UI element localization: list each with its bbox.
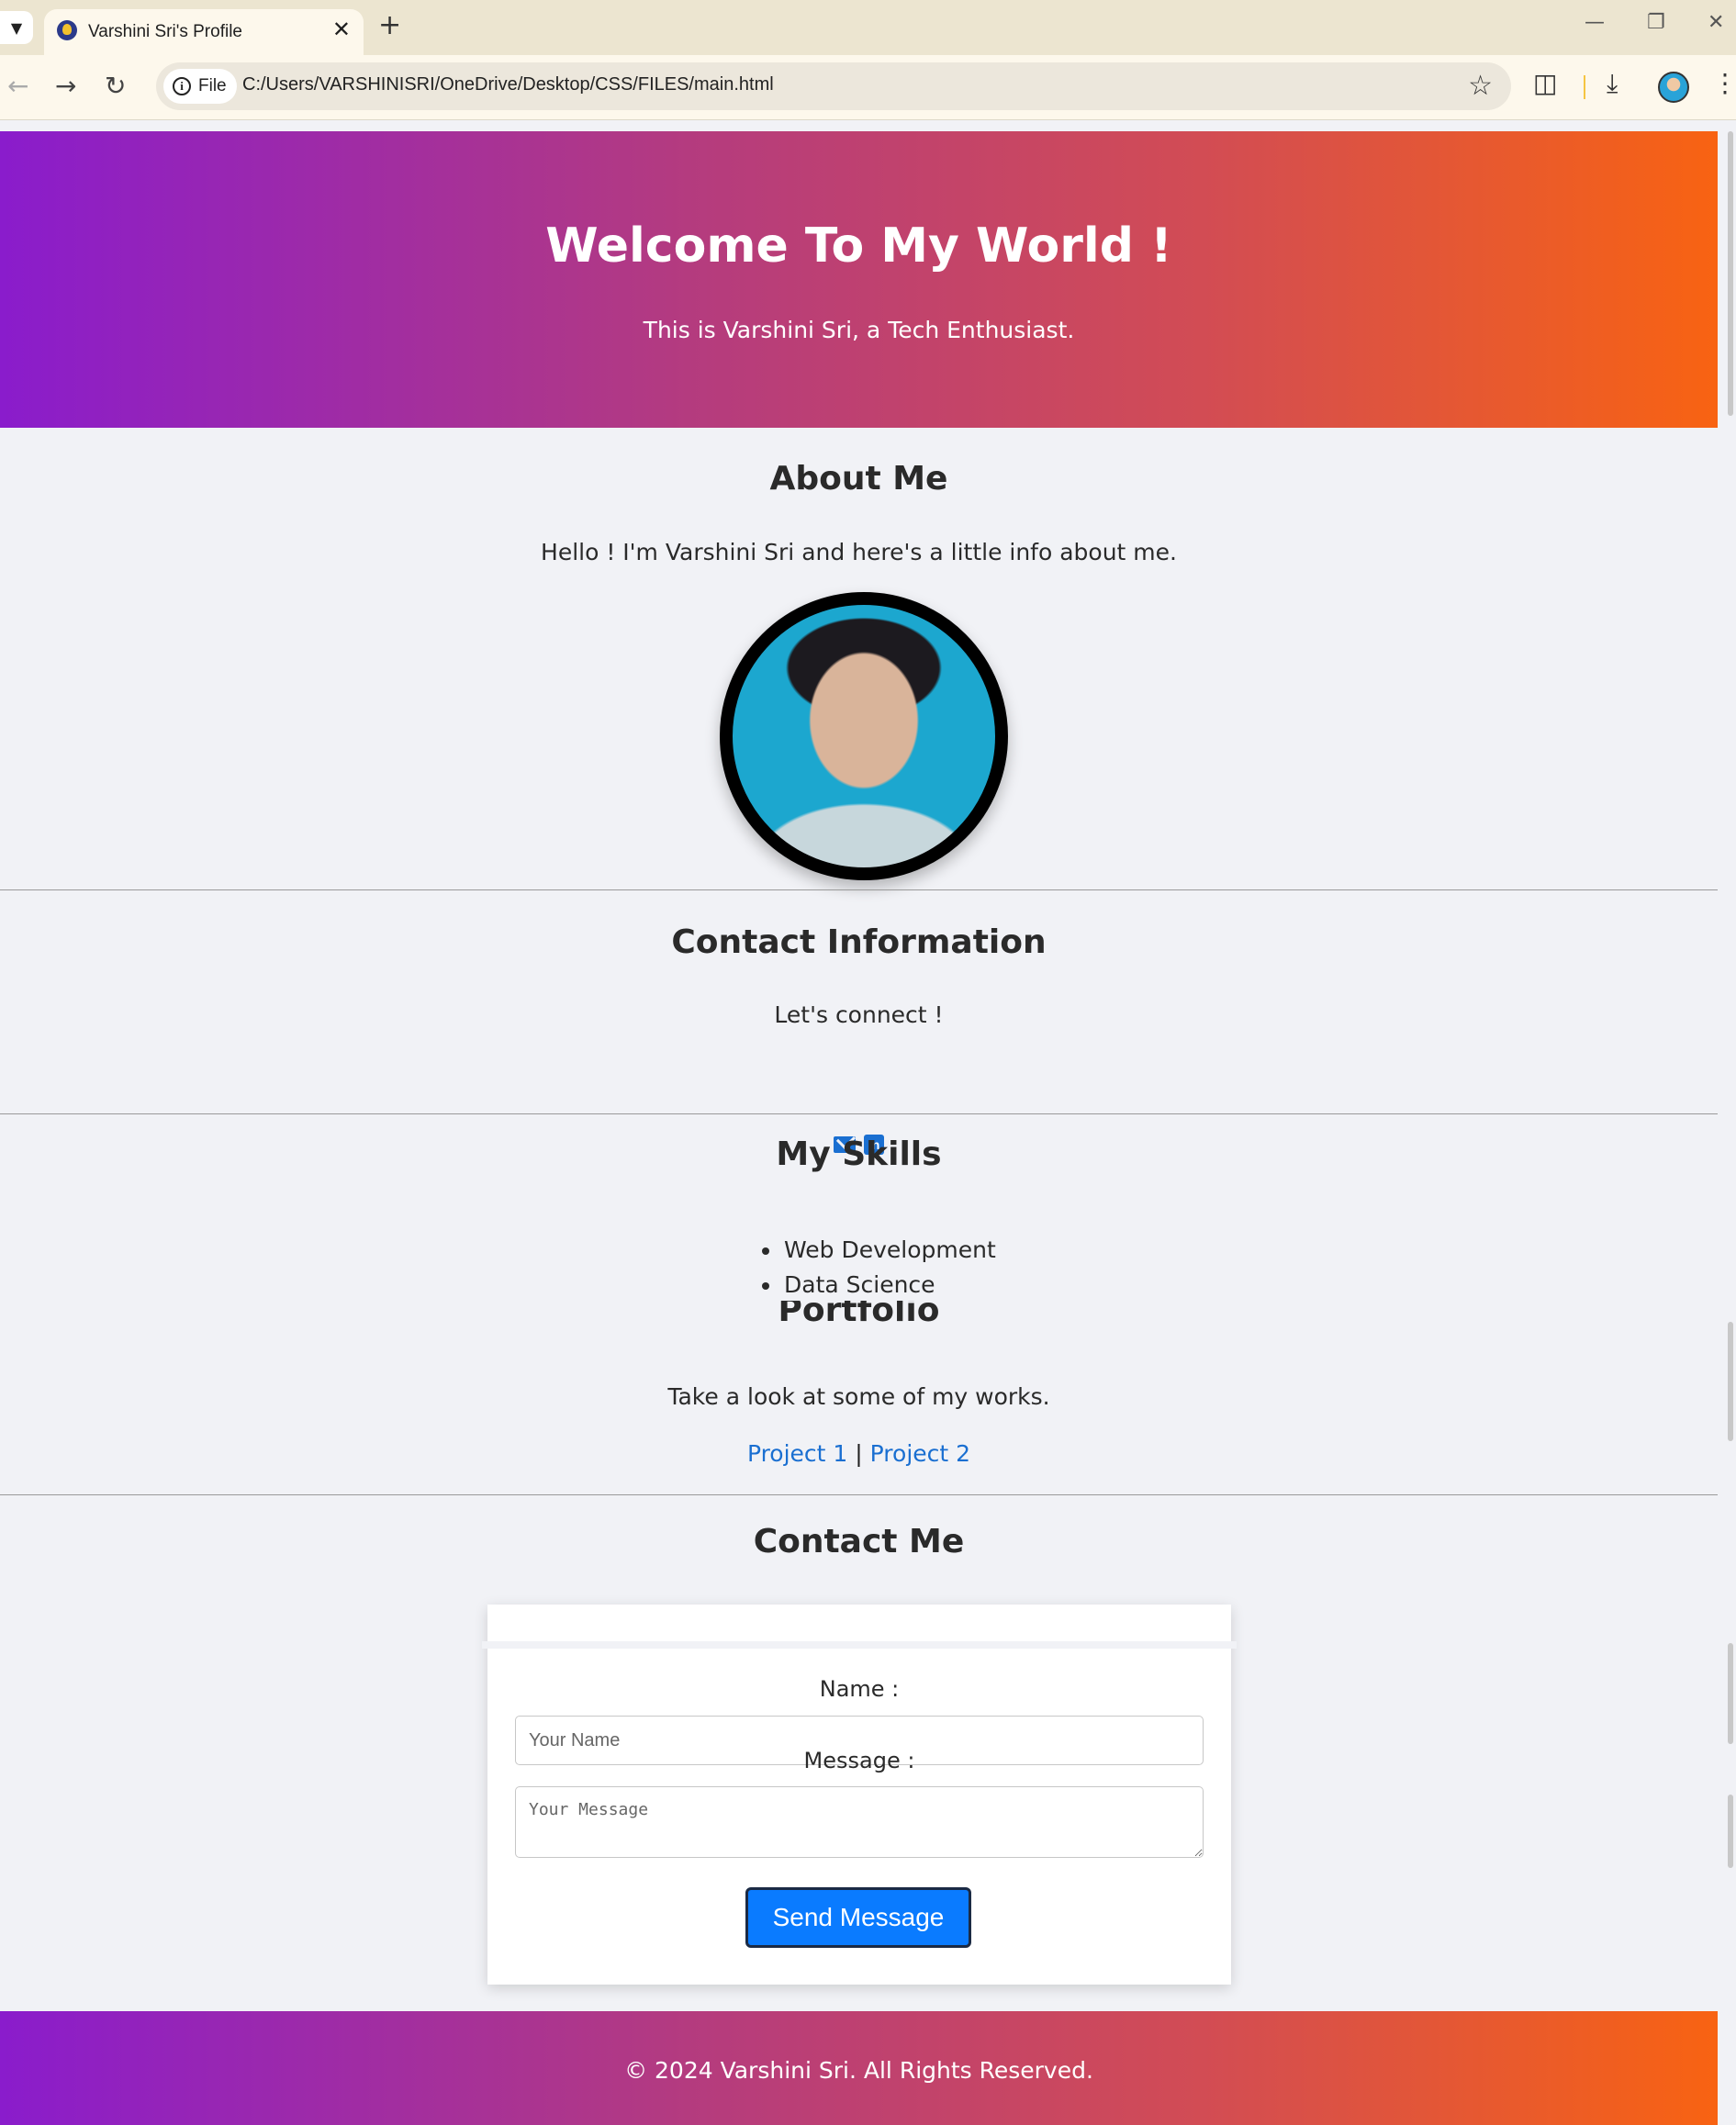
contact-info-text: Let's connect ! — [774, 1001, 944, 1028]
contact-form: Name : Message : Send Message — [487, 1605, 1231, 1985]
browser-toolbar: ← → ↻ i File C:/Users/VARSHINISRI/OneDri… — [0, 55, 1736, 120]
contact-info-title: Contact Information — [671, 923, 1047, 961]
reload-icon[interactable]: ↻ — [105, 70, 126, 103]
skill-item: Web Development — [762, 1233, 996, 1268]
scrollbar-thumb[interactable] — [1728, 1643, 1733, 1744]
project-links: Project 1 | Project 2 — [0, 1440, 1718, 1467]
download-icon[interactable]: ⤓ — [1607, 68, 1618, 99]
about-text: Hello ! I'm Varshini Sri and here's a li… — [541, 539, 1177, 565]
skills-title: My Skills — [776, 1135, 942, 1173]
close-icon[interactable]: ✕ — [332, 17, 351, 42]
minimize-icon[interactable]: — — [1585, 11, 1605, 34]
restore-icon[interactable]: ❐ — [1647, 11, 1665, 34]
browser-tab-bar: ▼ Varshini Sri's Profile ✕ + — ❐ ✕ — [0, 0, 1736, 55]
star-icon[interactable]: ☆ — [1468, 70, 1493, 102]
toolbar-separator — [1584, 75, 1585, 99]
info-icon: i — [173, 77, 191, 95]
page-footer: © 2024 Varshini Sri. All Rights Reserved… — [0, 2011, 1718, 2125]
page-scrollbar[interactable] — [1718, 131, 1736, 2125]
send-message-button[interactable]: Send Message — [745, 1887, 971, 1948]
menu-icon[interactable]: ⋮ — [1712, 68, 1736, 98]
footer-text: © 2024 Varshini Sri. All Rights Reserved… — [624, 2057, 1093, 2084]
tab-search-button[interactable]: ▼ — [0, 11, 33, 44]
project-link-1[interactable]: Project 1 — [747, 1440, 847, 1467]
message-input[interactable] — [515, 1786, 1204, 1858]
close-window-icon[interactable]: ✕ — [1708, 11, 1724, 34]
scrollbar-thumb[interactable] — [1728, 131, 1733, 416]
contact-me-title: Contact Me — [753, 1523, 965, 1560]
portfolio-title: Portfolio — [778, 1301, 940, 1328]
profile-avatar-icon[interactable] — [1658, 72, 1689, 103]
scrollbar-thumb[interactable] — [1728, 1322, 1733, 1441]
name-label: Name : — [819, 1676, 900, 1702]
back-icon[interactable]: ← — [7, 70, 28, 103]
url-text[interactable]: C:/Users/VARSHINISRI/OneDrive/Desktop/CS… — [242, 74, 774, 95]
site-favicon-icon — [57, 20, 77, 40]
link-separator: | — [855, 1440, 863, 1467]
new-tab-icon[interactable]: + — [378, 9, 401, 41]
tab-title: Varshini Sri's Profile — [88, 22, 242, 41]
forward-icon[interactable]: → — [55, 70, 76, 103]
hero-subtitle: This is Varshini Sri, a Tech Enthusiast. — [643, 317, 1075, 343]
section-divider — [0, 889, 1718, 890]
project-link-2[interactable]: Project 2 — [870, 1440, 970, 1467]
site-info-label: File — [198, 76, 227, 95]
hero-title: Welcome To My World ! — [545, 218, 1172, 274]
hero-banner: Welcome To My World ! This is Varshini S… — [0, 131, 1718, 428]
chevron-down-icon: ▼ — [10, 18, 23, 37]
portfolio-text: Take a look at some of my works. — [667, 1383, 1050, 1410]
scrollbar-thumb[interactable] — [1728, 1795, 1733, 1868]
address-bar[interactable]: i File C:/Users/VARSHINISRI/OneDrive/Des… — [156, 62, 1511, 110]
about-title: About Me — [769, 460, 948, 498]
skills-list: Web Development Data Science — [762, 1233, 996, 1303]
extensions-icon[interactable]: ◫ — [1533, 68, 1557, 98]
section-divider — [0, 1494, 1718, 1495]
form-render-artifact — [482, 1641, 1237, 1649]
skill-item: Data Science — [762, 1268, 996, 1303]
message-label: Message : — [803, 1748, 915, 1773]
profile-photo — [720, 592, 1008, 880]
site-info-chip[interactable]: i File — [163, 69, 237, 104]
page-viewport: Welcome To My World ! This is Varshini S… — [0, 131, 1718, 2125]
browser-tab[interactable]: Varshini Sri's Profile ✕ — [44, 9, 364, 55]
section-divider — [0, 1113, 1718, 1114]
